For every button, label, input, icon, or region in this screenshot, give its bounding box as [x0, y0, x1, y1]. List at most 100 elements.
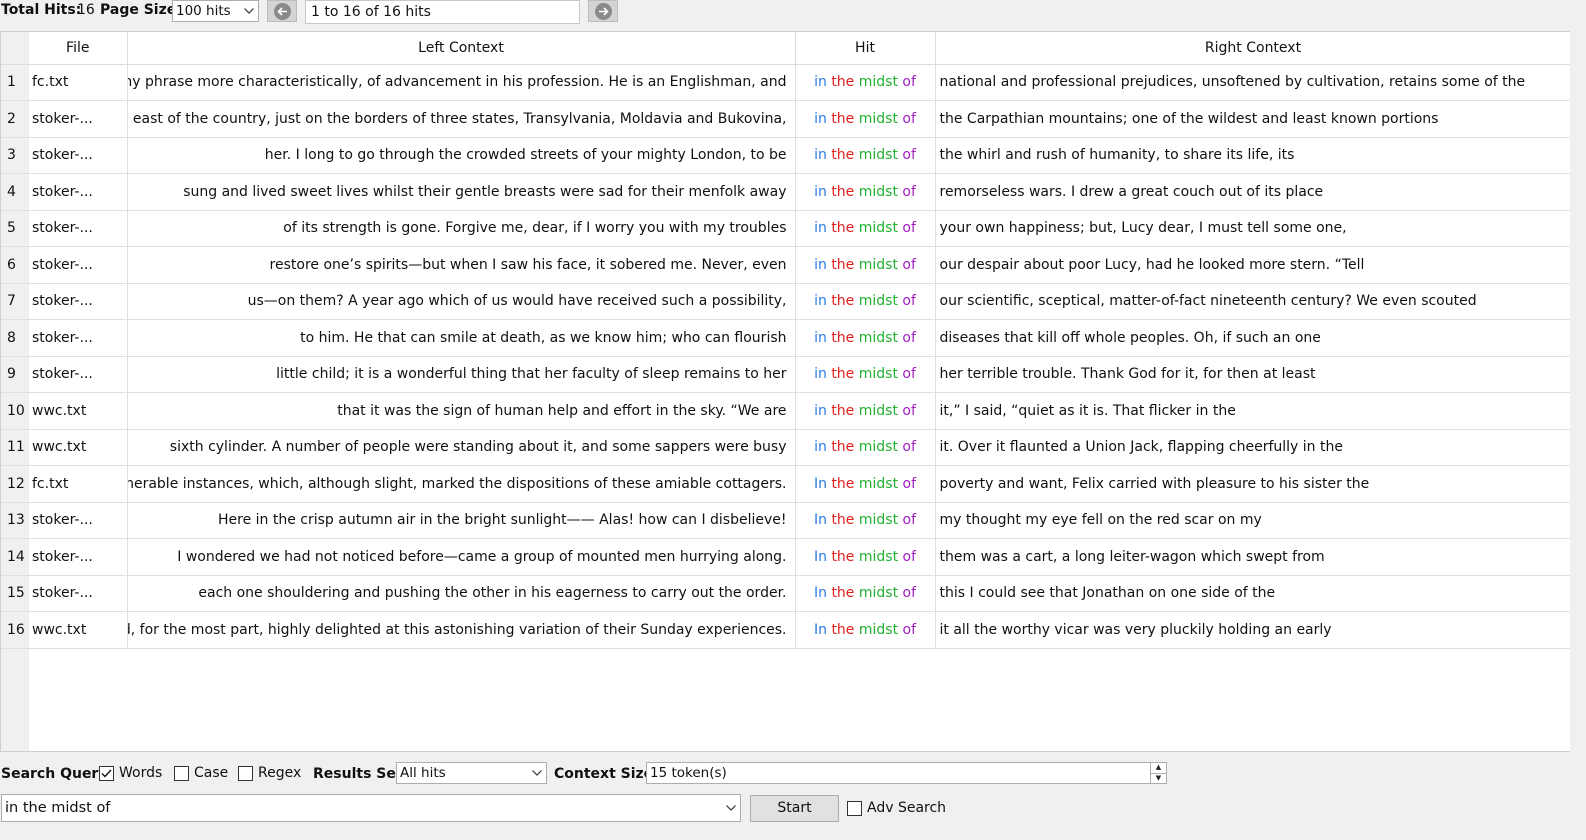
left-context-cell[interactable]: east of the country, just on the borders…: [127, 100, 796, 138]
table-row[interactable]: 6 stoker-... restore one’s spirits—but whe…: [1, 246, 1570, 284]
words-option[interactable]: Words: [99, 764, 162, 782]
regex-option[interactable]: Regex: [238, 764, 301, 782]
table-row[interactable]: 12 fc.txt on innumerable instances, which,…: [1, 465, 1570, 503]
next-page-button[interactable]: [588, 0, 618, 22]
right-context-cell[interactable]: them was a cart, a long leiter-wagon whi…: [935, 538, 1570, 576]
file-cell[interactable]: stoker-...: [29, 210, 128, 247]
adv-search-checkbox[interactable]: [847, 800, 862, 816]
hit-cell[interactable]: In the midst of: [795, 538, 936, 576]
query-input[interactable]: in the midst of: [1, 794, 741, 822]
file-cell[interactable]: stoker-...: [29, 246, 128, 284]
case-option[interactable]: Case: [174, 764, 228, 782]
right-context-cell[interactable]: national and professional prejudices, un…: [935, 64, 1570, 101]
hit-cell[interactable]: in the midst of: [795, 210, 936, 247]
file-cell[interactable]: stoker-...: [29, 319, 128, 357]
right-context-cell[interactable]: it,” I said, “quiet as it is. That flick…: [935, 392, 1570, 430]
table-row[interactable]: 2 stoker-... east of the country, just on …: [1, 100, 1570, 138]
left-context-cell[interactable]: each one shouldering and pushing the oth…: [127, 575, 796, 612]
file-cell[interactable]: stoker-...: [29, 538, 128, 576]
column-header-right-context[interactable]: Right Context: [935, 32, 1570, 65]
spinner-down-icon[interactable]: ▼: [1151, 774, 1166, 784]
regex-checkbox[interactable]: [238, 765, 253, 781]
hit-cell[interactable]: In the midst of: [795, 502, 936, 539]
left-context-cell[interactable]: to him. He that can smile at death, as w…: [127, 319, 796, 357]
results-set-select[interactable]: All hits: [396, 762, 547, 784]
hit-cell[interactable]: In the midst of: [795, 575, 936, 612]
page-range-field[interactable]: 1 to 16 of 16 hits: [305, 0, 580, 24]
left-context-cell[interactable]: sixth cylinder. A number of people were …: [127, 429, 796, 466]
file-cell[interactable]: stoker-...: [29, 575, 128, 612]
table-row[interactable]: 7 stoker-... us—on them? A year ago which …: [1, 283, 1570, 320]
hit-cell[interactable]: In the midst of: [795, 465, 936, 503]
file-cell[interactable]: fc.txt: [29, 465, 128, 503]
left-context-cell[interactable]: word my phrase more characteristically, …: [127, 64, 796, 101]
file-cell[interactable]: fc.txt: [29, 64, 128, 101]
right-context-cell[interactable]: my thought my eye fell on the red scar o…: [935, 502, 1570, 539]
left-context-cell[interactable]: I wondered we had not noticed before—cam…: [127, 538, 796, 576]
hit-cell[interactable]: in the midst of: [795, 429, 936, 466]
left-context-cell[interactable]: that it was the sign of human help and e…: [127, 392, 796, 430]
hit-cell[interactable]: in the midst of: [795, 100, 936, 138]
left-context-cell[interactable]: of its strength is gone. Forgive me, dea…: [127, 210, 796, 247]
table-row[interactable]: 10 wwc.txt that it was the sign of human h…: [1, 392, 1570, 430]
table-row[interactable]: 8 stoker-... to him. He that can smile at …: [1, 319, 1570, 357]
hit-cell[interactable]: in the midst of: [795, 392, 936, 430]
context-size-spinner[interactable]: 15 token(s) ▲ ▼: [646, 762, 1167, 784]
file-cell[interactable]: stoker-...: [29, 137, 128, 174]
left-context-cell[interactable]: her. I long to go through the crowded st…: [127, 137, 796, 174]
right-context-cell[interactable]: the whirl and rush of humanity, to share…: [935, 137, 1570, 174]
right-context-cell[interactable]: it all the worthy vicar was very pluckil…: [935, 611, 1570, 649]
file-cell[interactable]: wwc.txt: [29, 429, 128, 466]
table-row[interactable]: 16 wwc.txt and, for the most part, highly …: [1, 611, 1570, 649]
table-row[interactable]: 14 stoker-... I wondered we had not notice…: [1, 538, 1570, 576]
hit-cell[interactable]: in the midst of: [795, 173, 936, 211]
table-row[interactable]: 13 stoker-... Here in the crisp autumn air…: [1, 502, 1570, 539]
spinner-arrows-icon[interactable]: ▲ ▼: [1150, 763, 1166, 783]
table-row[interactable]: 9 stoker-... little child; it is a wonderf…: [1, 356, 1570, 393]
hit-cell[interactable]: in the midst of: [795, 137, 936, 174]
hit-cell[interactable]: in the midst of: [795, 64, 936, 101]
table-row[interactable]: 3 stoker-... her. I long to go through the…: [1, 137, 1570, 174]
right-context-cell[interactable]: your own happiness; but, Lucy dear, I mu…: [935, 210, 1570, 247]
adv-search-option[interactable]: Adv Search: [847, 799, 946, 817]
right-context-cell[interactable]: this I could see that Jonathan on one si…: [935, 575, 1570, 612]
right-context-cell[interactable]: our scientific, sceptical, matter-of-fac…: [935, 283, 1570, 320]
file-cell[interactable]: stoker-...: [29, 173, 128, 211]
chevron-down-icon[interactable]: [722, 795, 740, 821]
prev-page-button[interactable]: [267, 0, 297, 22]
right-context-cell[interactable]: remorseless wars. I drew a great couch o…: [935, 173, 1570, 211]
left-context-cell[interactable]: sung and lived sweet lives whilst their …: [127, 173, 796, 211]
column-header-hit[interactable]: Hit: [795, 32, 936, 65]
hit-cell[interactable]: in the midst of: [795, 319, 936, 357]
file-cell[interactable]: stoker-...: [29, 100, 128, 138]
hit-cell[interactable]: in the midst of: [795, 283, 936, 320]
table-row[interactable]: 15 stoker-... each one shouldering and pus…: [1, 575, 1570, 612]
left-context-cell[interactable]: on innumerable instances, which, althoug…: [127, 465, 796, 503]
right-context-cell[interactable]: the Carpathian mountains; one of the wil…: [935, 100, 1570, 138]
left-context-cell[interactable]: little child; it is a wonderful thing th…: [127, 356, 796, 393]
right-context-cell[interactable]: her terrible trouble. Thank God for it, …: [935, 356, 1570, 393]
file-cell[interactable]: stoker-...: [29, 283, 128, 320]
hit-cell[interactable]: in the midst of: [795, 246, 936, 284]
right-context-cell[interactable]: our despair about poor Lucy, had he look…: [935, 246, 1570, 284]
table-row[interactable]: 5 stoker-... of its strength is gone. Forg…: [1, 210, 1570, 247]
column-header-left-context[interactable]: Left Context: [127, 32, 796, 65]
column-header-file[interactable]: File: [29, 32, 128, 65]
left-context-cell[interactable]: restore one’s spirits—but when I saw his…: [127, 246, 796, 284]
page-size-select[interactable]: 100 hits: [172, 0, 259, 22]
right-context-cell[interactable]: diseases that kill off whole peoples. Oh…: [935, 319, 1570, 357]
hit-cell[interactable]: In the midst of: [795, 611, 936, 649]
file-cell[interactable]: stoker-...: [29, 502, 128, 539]
table-row[interactable]: 11 wwc.txt sixth cylinder. A number of peo…: [1, 429, 1570, 466]
right-context-cell[interactable]: poverty and want, Felix carried with ple…: [935, 465, 1570, 503]
file-cell[interactable]: wwc.txt: [29, 392, 128, 430]
hit-cell[interactable]: in the midst of: [795, 356, 936, 393]
table-row[interactable]: 1 fc.txt word my phrase more characteristi…: [1, 64, 1570, 101]
results-table-panel[interactable]: File Left Context Hit Right Context 1 fc.…: [0, 31, 1570, 752]
left-context-cell[interactable]: us—on them? A year ago which of us would…: [127, 283, 796, 320]
table-row[interactable]: 4 stoker-... sung and lived sweet lives wh…: [1, 173, 1570, 211]
file-cell[interactable]: wwc.txt: [29, 611, 128, 649]
start-button[interactable]: Start: [750, 795, 839, 822]
spinner-up-icon[interactable]: ▲: [1151, 763, 1166, 774]
left-context-cell[interactable]: and, for the most part, highly delighted…: [127, 611, 796, 649]
